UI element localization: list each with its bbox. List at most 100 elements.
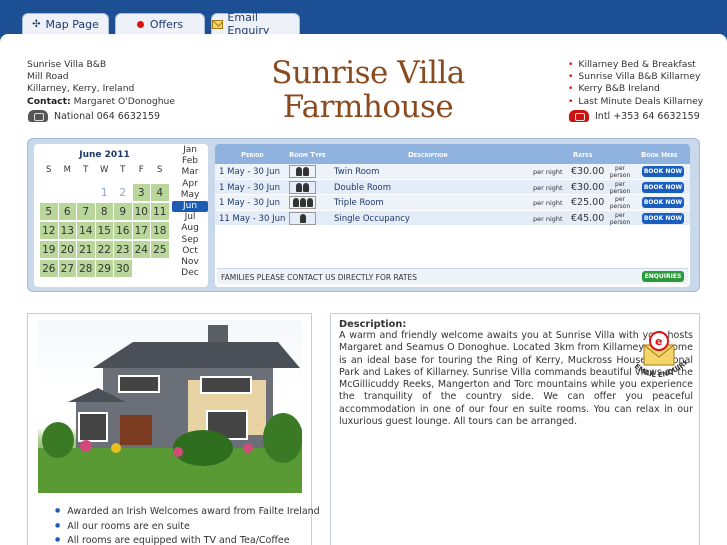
rates-header: Period Room Type Description Rates Book …	[215, 144, 690, 164]
room-description: Double Room	[334, 182, 392, 193]
calendar-day-available[interactable]: 13	[58, 222, 76, 239]
month-aug[interactable]: Aug	[172, 223, 208, 234]
calendar-day-available[interactable]: 7	[77, 203, 95, 220]
period: 1 May - 30 Jun	[219, 198, 280, 208]
red-dot-icon	[136, 20, 144, 28]
month-nov[interactable]: Nov	[172, 257, 208, 268]
tab-offers[interactable]: Offers	[115, 13, 205, 34]
feature-item: All our rooms are en suite	[55, 520, 320, 535]
person-icon	[296, 167, 302, 176]
calendar-day-available[interactable]: 25	[151, 241, 169, 258]
calendar-header: June 2011	[79, 150, 130, 160]
availability-calendar: June 2011 S M T W T F S 1 2 3 4 5 6 7 8 9 10 11 12 13 14 15 16…	[34, 144, 208, 287]
house-illustration	[38, 325, 302, 493]
calendar-day-available[interactable]: 11	[151, 203, 169, 220]
occupancy-icons	[289, 211, 316, 225]
header-book-here: Book Here	[641, 151, 678, 159]
person-icon	[303, 167, 309, 176]
link-killarney-bed-breakfast[interactable]: Killarney Bed & Breakfast	[568, 59, 703, 71]
month-sep[interactable]: Sep	[172, 235, 208, 246]
rates-rows: 1 May - 30 Jun Twin Room per night €30.00 pe…	[215, 164, 690, 226]
calendar-day-available[interactable]: 9	[114, 203, 132, 220]
calendar-blank	[77, 183, 95, 202]
per-night: per night	[533, 168, 563, 176]
calendar-day-available[interactable]: 26	[40, 260, 58, 277]
weekday-header: T	[120, 164, 126, 175]
calendar-day-available[interactable]: 14	[77, 222, 95, 239]
book-now-button[interactable]: BOOK NOW	[642, 212, 684, 224]
calendar-day-available[interactable]: 28	[77, 260, 95, 277]
business-name: Sunrise Villa B&B	[27, 59, 107, 70]
month-dec[interactable]: Dec	[172, 268, 208, 279]
tab-label: Offers	[149, 17, 184, 31]
description-label: Description:	[339, 319, 407, 330]
price: €45.00	[571, 212, 605, 224]
period: 1 May - 30 Jun	[219, 167, 280, 177]
price: €25.00	[571, 197, 605, 208]
calendar-day-available[interactable]: 15	[95, 222, 113, 239]
telephone-icon	[28, 110, 48, 122]
main-panel: Sunrise Villa B&B Mill Road Killarney, K…	[0, 34, 727, 545]
room-description: Single Occupancy	[334, 213, 410, 224]
calendar-day-available[interactable]: 24	[132, 241, 150, 258]
person-icon	[296, 182, 302, 192]
calendar-day-available[interactable]: 3	[132, 184, 150, 201]
phone-intl-text: Intl +353 64 6632159	[595, 110, 700, 122]
weekday-header: F	[138, 164, 144, 175]
calendar-day-available[interactable]: 17	[132, 222, 150, 239]
month-oct[interactable]: Oct	[172, 246, 208, 257]
calendar-day-available[interactable]: 4	[151, 184, 169, 201]
calendar-day-available[interactable]: 21	[77, 241, 95, 258]
description-text: e EMAIL ENQUIRIES A warm and friendly we…	[339, 327, 693, 428]
contact-label: Contact:	[27, 95, 71, 107]
tab-email-enquiry[interactable]: Email Enquiry	[211, 11, 300, 37]
period: 1 May - 30 Jun	[219, 182, 280, 193]
month-may[interactable]: May	[172, 190, 208, 201]
book-now-button[interactable]: BOOK NOW	[642, 166, 684, 177]
price: €30.00	[571, 181, 605, 193]
enquiries-button[interactable]: ENQUIRIES	[642, 271, 684, 282]
calendar-day-available[interactable]: 10	[132, 203, 150, 220]
link-sunrise-villa-bb-killarney[interactable]: Sunrise Villa B&B Killarney	[568, 71, 703, 83]
calendar-day-available[interactable]: 5	[40, 203, 58, 220]
month-jan[interactable]: Jan	[172, 145, 208, 156]
per-person: per person	[609, 165, 631, 179]
link-last-minute-deals[interactable]: Last Minute Deals Killarney	[568, 96, 703, 108]
tab-map-page[interactable]: ✣ Map Page	[22, 13, 109, 34]
calendar-grid: S M T W T F S 1 2 3 4 5 6 7 8 9 10 11 12 13 14 15 16 17 18 19 20 21…	[40, 164, 169, 278]
calendar-day-past: 1	[100, 186, 108, 199]
link-kerry-bb-ireland[interactable]: Kerry B&B Ireland	[568, 83, 703, 95]
calendar-day-available[interactable]: 30	[114, 260, 132, 277]
calendar-day-available[interactable]: 20	[58, 241, 76, 258]
month-jun[interactable]: Jun	[172, 201, 208, 213]
month-mar[interactable]: Mar	[172, 167, 208, 178]
calendar-day-available[interactable]: 29	[95, 260, 113, 277]
calendar-day-available[interactable]: 19	[40, 241, 58, 258]
month-jul[interactable]: Jul	[172, 212, 208, 223]
calendar-day-available[interactable]: 8	[95, 203, 113, 220]
month-apr[interactable]: Apr	[172, 179, 208, 190]
occupancy-icons	[289, 165, 316, 178]
calendar-day-available[interactable]: 16	[114, 222, 132, 239]
street: Mill Road	[27, 71, 69, 83]
calendar-day-available[interactable]: 12	[40, 222, 58, 239]
month-feb[interactable]: Feb	[172, 156, 208, 167]
title-line-2: Farmhouse	[282, 89, 454, 125]
per-night: per night	[533, 199, 563, 207]
calendar-day-available[interactable]: 23	[114, 241, 132, 258]
per-person: per person	[609, 180, 631, 195]
calendar-day-available[interactable]: 27	[58, 260, 76, 277]
book-now-button[interactable]: BOOK NOW	[642, 181, 684, 193]
email-enquiries-icon[interactable]: e EMAIL ENQUIRIES	[626, 327, 712, 382]
room-description: Triple Room	[334, 198, 384, 208]
book-now-button[interactable]: BOOK NOW	[642, 197, 684, 208]
calendar-day-available[interactable]: 6	[58, 203, 76, 220]
calendar-day-available[interactable]: 18	[151, 222, 169, 239]
compass-icon: ✣	[32, 18, 41, 30]
calendar-blank	[59, 183, 77, 202]
person-icon	[299, 213, 306, 223]
rate-row: 11 May - 30 Jun Single Occupancy per night…	[215, 210, 690, 226]
weekday-header: T	[83, 164, 89, 175]
calendar-day-available[interactable]: 22	[95, 241, 113, 258]
title-line-1: Sunrise Villa	[271, 55, 465, 91]
